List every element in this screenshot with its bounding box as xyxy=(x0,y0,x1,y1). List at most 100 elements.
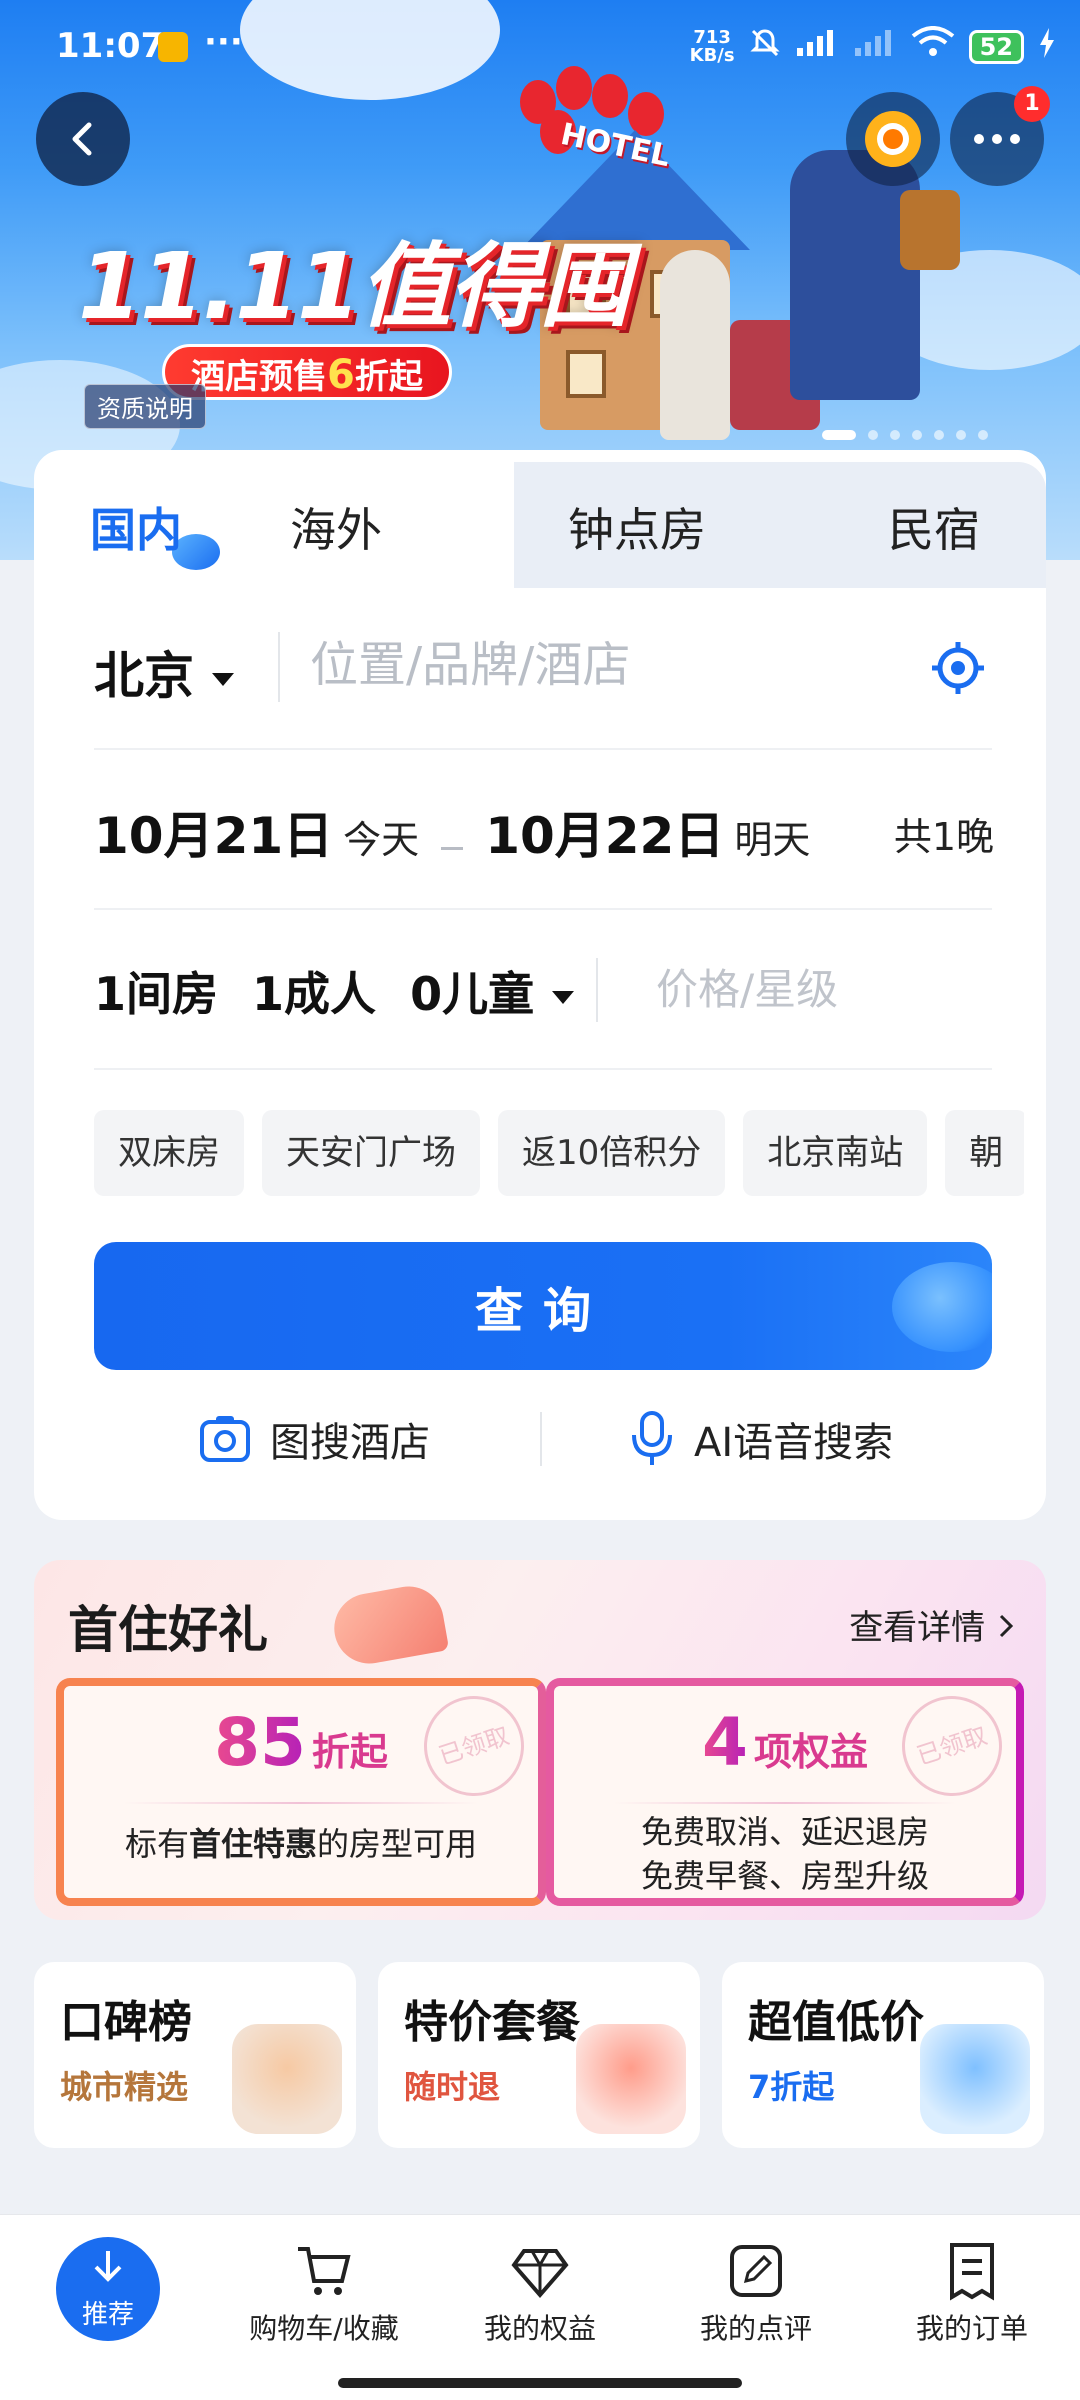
charging-icon xyxy=(1038,27,1056,67)
edit-icon xyxy=(730,2245,782,2297)
man-illustration xyxy=(790,150,920,400)
nav-orders[interactable]: 我的订单 xyxy=(864,2241,1080,2347)
query-button[interactable]: 查询 xyxy=(94,1242,992,1370)
chip-tiananmen[interactable]: 天安门广场 xyxy=(262,1110,480,1196)
nav-reviews[interactable]: 我的点评 xyxy=(648,2241,864,2347)
nav-cart-favorites[interactable]: 购物车/收藏 xyxy=(216,2241,432,2347)
voice-search-button[interactable]: AI语音搜索 xyxy=(628,1410,893,1468)
divider xyxy=(94,748,992,750)
location-target-icon xyxy=(932,642,984,694)
image-search-button[interactable]: 图搜酒店 xyxy=(198,1410,430,1468)
date-separator xyxy=(441,847,464,850)
checkin-date: 10月21日 xyxy=(94,807,334,865)
nav-benefits[interactable]: 我的权益 xyxy=(432,2241,648,2347)
benefits-description: 免费取消、延迟退房 免费早餐、房型升级 xyxy=(640,1813,929,1895)
reputation-ranking-tile[interactable]: 口碑榜 城市精选 xyxy=(34,1962,356,2148)
net-speed: 713 KB/s xyxy=(689,26,735,66)
suitcase-illustration xyxy=(900,190,960,270)
chip-beijing-south[interactable]: 北京南站 xyxy=(743,1110,928,1196)
quick-filter-chips: 双床房 天安门广场 返10倍积分 北京南站朝 xyxy=(94,1110,1024,1198)
chevron-down-icon xyxy=(552,991,575,1004)
signal-icon xyxy=(795,26,839,67)
special-package-tile[interactable]: 特价套餐 随时退 xyxy=(378,1962,700,2148)
chip-twin-room[interactable]: 双床房 xyxy=(94,1110,244,1196)
city-selector[interactable]: 北京 xyxy=(94,636,234,708)
rooms-count: 1间房 xyxy=(94,967,219,1021)
city-name: 北京 xyxy=(94,647,194,705)
bottom-navigation: 推荐 购物车/收藏 我的权益 我的点评 我的订单 xyxy=(0,2214,1080,2400)
room-guest-selector[interactable]: 1间房 1成人 0儿童 xyxy=(94,958,575,1024)
customer-service-button[interactable] xyxy=(846,92,940,186)
checkout-label: 明天 xyxy=(734,818,811,862)
carousel-dot xyxy=(978,430,988,440)
coupon-divider xyxy=(614,1802,956,1804)
more-menu-button[interactable]: 1 xyxy=(950,86,1050,186)
tab-homestay[interactable]: 民宿 xyxy=(888,494,980,560)
checkin-label: 今天 xyxy=(343,818,420,862)
carousel-dot xyxy=(912,430,922,440)
divider xyxy=(94,908,992,910)
more-notifications-icon: ··· xyxy=(204,22,243,62)
gift-title: 首住好礼 xyxy=(68,1601,268,1659)
keyword-search-input[interactable] xyxy=(310,630,870,700)
download-arrow-icon xyxy=(94,2251,122,2282)
voice-search-label: AI语音搜索 xyxy=(694,1420,894,1466)
house-window xyxy=(566,350,606,398)
button-wave-decoration xyxy=(892,1262,992,1352)
date-selector[interactable]: 10月21日 今天 10月22日 明天 共1晚 xyxy=(94,796,994,876)
woman-illustration xyxy=(660,250,730,440)
checkout-date: 10月22日 xyxy=(485,807,725,865)
shopping-cart-icon xyxy=(298,2247,351,2295)
app-notification-icon xyxy=(158,32,188,62)
discount-coupon[interactable]: 已领取 85 折起 标有首住特惠的房型可用 xyxy=(56,1678,546,1906)
notification-badge: 1 xyxy=(1014,86,1050,122)
back-button[interactable] xyxy=(36,92,130,186)
mute-icon xyxy=(749,27,781,66)
carousel-dot xyxy=(934,430,944,440)
qualification-link[interactable]: 资质说明 xyxy=(84,384,206,429)
tab-overseas[interactable]: 海外 xyxy=(290,494,382,560)
tab-domestic[interactable]: 国内 xyxy=(90,494,182,560)
order-list-icon xyxy=(950,2243,994,2301)
carousel-dot xyxy=(956,430,966,440)
camera-search-icon xyxy=(200,1416,250,1462)
promo-title: 11.11值得囤 xyxy=(78,233,631,340)
carousel-dot-active xyxy=(822,430,856,440)
low-price-tile[interactable]: 超值低价 7折起 xyxy=(722,1962,1044,2148)
chevron-left-icon xyxy=(72,122,92,156)
benefits-count: 4 项权益 xyxy=(702,1704,868,1781)
children-count: 0儿童 xyxy=(410,967,535,1021)
divider xyxy=(540,1412,542,1466)
adults-count: 1成人 xyxy=(252,967,377,1021)
coupon-divider xyxy=(124,1802,478,1804)
chevron-down-icon xyxy=(212,673,234,686)
chip-points[interactable]: 返10倍积分 xyxy=(498,1110,726,1196)
category-tabs: 国内 海外 钟点房 民宿 xyxy=(34,450,1046,588)
discount-value: 85 折起 xyxy=(214,1704,388,1781)
status-indicators: 713 KB/s 52 xyxy=(690,26,1056,67)
hotel-search-card: 国内 海外 钟点房 民宿 北京 10月21日今天 10月22日明天 共1晚 1间房… xyxy=(34,450,1046,1520)
system-home-indicator[interactable] xyxy=(338,2378,742,2388)
benefits-coupon[interactable]: 已领取 4 项权益 免费取消、延迟退房 免费早餐、房型升级 xyxy=(546,1678,1024,1906)
first-stay-gift-card[interactable]: 首住好礼 查看详情 已领取 85 折起 标有首住特惠的房型可用 已领取 4 项权益 … xyxy=(34,1560,1046,1920)
chip-more[interactable]: 朝 xyxy=(945,1110,1024,1196)
more-dots-icon xyxy=(974,134,1020,144)
image-search-label: 图搜酒店 xyxy=(270,1420,430,1466)
divider xyxy=(596,958,598,1022)
carousel-dot xyxy=(868,430,878,440)
carousel-dot xyxy=(890,430,900,440)
locate-button[interactable] xyxy=(930,640,986,696)
status-time: 11:07 xyxy=(56,26,165,66)
price-tag-icon xyxy=(576,2024,686,2134)
chevron-right-icon xyxy=(999,1614,1014,1638)
discount-arrow-icon xyxy=(920,2024,1030,2134)
microphone-icon xyxy=(632,1411,672,1465)
carousel-indicator xyxy=(822,430,988,440)
view-details-link[interactable]: 查看详情 xyxy=(849,1600,1016,1649)
tab-hourly-room[interactable]: 钟点房 xyxy=(568,494,706,560)
nav-recommend[interactable]: 推荐 xyxy=(56,2237,160,2341)
discount-description: 标有首住特惠的房型可用 xyxy=(124,1825,478,1863)
price-star-input[interactable] xyxy=(656,954,976,1024)
divider xyxy=(94,1068,992,1070)
gift-ribbon-decoration xyxy=(328,1580,450,1670)
